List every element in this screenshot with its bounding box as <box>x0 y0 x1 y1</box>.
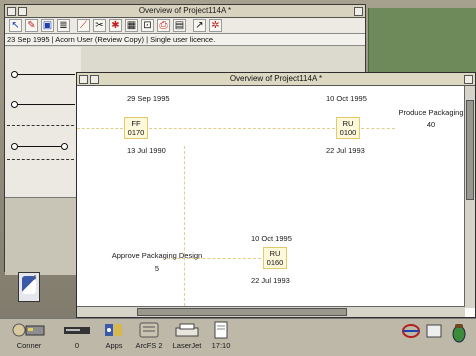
task-label-name: Approve Packaging Design <box>111 251 203 260</box>
pointer-icon[interactable]: ↖ <box>9 19 22 32</box>
back-window-canvas[interactable] <box>5 47 81 275</box>
back-window-titlebar[interactable]: Overview of Project114A * <box>5 5 365 18</box>
arcfs-icon <box>130 321 168 339</box>
front-window-titlebar[interactable]: Overview of Project114A * <box>77 73 475 86</box>
task-label[interactable]: Approve Packaging Design 5 <box>91 251 223 273</box>
task-start-date: 29 Sep 1995 <box>127 94 170 103</box>
grid-icon[interactable]: ▦ <box>125 19 138 32</box>
iconbar-label: 17:10 <box>211 341 231 350</box>
horizontal-scroll-thumb[interactable] <box>137 308 347 316</box>
task-node[interactable] <box>61 143 68 150</box>
iconbar-item-arcfs[interactable]: ArcFS 2 <box>130 321 168 350</box>
task-code: RU <box>342 119 354 128</box>
save-icon[interactable]: ▣ <box>41 19 54 32</box>
dependency-link <box>77 128 123 129</box>
zoom-icon[interactable]: ⊡ <box>141 19 154 32</box>
horizontal-scrollbar[interactable] <box>77 306 465 317</box>
desktop-background-panel <box>368 8 476 74</box>
task-end-date: 22 Jul 1993 <box>251 276 290 285</box>
link-line <box>17 104 75 105</box>
star-icon[interactable]: ✱ <box>109 19 122 32</box>
clock-icon <box>206 321 236 339</box>
link-line <box>17 74 75 75</box>
task-box[interactable]: RU 0160 <box>263 247 287 269</box>
iconbar-item-clock[interactable]: 17:10 <box>206 321 236 350</box>
vertical-scrollbar[interactable] <box>464 86 475 308</box>
dependency-link <box>149 128 335 129</box>
task-manager-icon[interactable] <box>400 321 422 343</box>
iconbar-item-conner[interactable]: Conner <box>6 321 52 350</box>
iconbar-label: Conner <box>16 341 42 350</box>
scissors-icon[interactable]: ✂ <box>93 19 106 32</box>
task-end-date: 13 Jul 1990 <box>127 146 166 155</box>
task-code: RU <box>269 249 281 258</box>
task-box[interactable]: FF 0170 <box>124 117 148 139</box>
divider-line <box>7 159 79 160</box>
iconbar-label: 0 <box>74 341 80 350</box>
divider-line <box>7 125 79 126</box>
iconbar-label: LaserJet <box>172 341 202 350</box>
front-window-title: Overview of Project114A * <box>229 74 323 83</box>
dependency-link <box>361 128 395 129</box>
acorn-icon[interactable] <box>448 321 470 345</box>
network-canvas[interactable]: 29 Sep 1995 FF 0170 13 Jul 1990 10 Oct 1… <box>77 86 465 308</box>
task-id: 0170 <box>127 128 145 137</box>
task-label-value: 40 <box>426 120 436 129</box>
back-window-scroll-area[interactable] <box>5 197 81 275</box>
info-bar: 23 Sep 1995 | Acorn User (Review Copy) |… <box>5 34 365 46</box>
toolbar: ↖ ✎ ▣ ≣ ⟋ ✂ ✱ ▦ ⊡ ⎙ ▤ ↗ ✲ <box>5 18 365 34</box>
back-window-title: Overview of Project114A * <box>138 6 232 15</box>
iconbar-item-laserjet[interactable]: LaserJet <box>168 321 206 350</box>
link-tool-icon[interactable]: ⟋ <box>77 19 90 32</box>
iconbar-label: Apps <box>105 341 123 350</box>
page-icon[interactable]: ▤ <box>173 19 186 32</box>
front-window[interactable]: Overview of Project114A * 29 Sep 1995 FF… <box>76 72 476 318</box>
task-start-date: 10 Oct 1995 <box>251 234 292 243</box>
printer-icon <box>168 321 206 339</box>
iconbar-label: ArcFS 2 <box>135 341 163 350</box>
task-label[interactable]: Produce Packaging 40 <box>397 108 465 129</box>
hard-disc-icon <box>6 321 52 339</box>
icon-bar: Conner 0 Apps ArcFS 2 LaserJet 17:10 <box>0 318 476 356</box>
vertical-scroll-thumb[interactable] <box>466 100 474 200</box>
link-line <box>17 146 61 147</box>
task-box[interactable]: RU 0100 <box>336 117 360 139</box>
floppy-icon <box>62 321 92 339</box>
display-icon[interactable] <box>424 321 444 343</box>
acorn-logo-icon[interactable]: § <box>18 272 40 302</box>
print-icon[interactable]: ⎙ <box>157 19 170 32</box>
task-id: 0100 <box>339 128 357 137</box>
note-icon[interactable]: ≣ <box>57 19 70 32</box>
logo-side-mark: § <box>32 275 38 281</box>
task-code: FF <box>131 119 141 128</box>
iconbar-item-apps[interactable]: Apps <box>100 321 128 350</box>
arrow-icon[interactable]: ↗ <box>193 19 206 32</box>
task-start-date: 10 Oct 1995 <box>326 94 367 103</box>
task-id: 0160 <box>266 258 284 267</box>
resource-icon[interactable]: ✲ <box>209 19 222 32</box>
toggle-size-icon[interactable] <box>464 75 473 84</box>
toggle-size-icon[interactable] <box>354 7 363 16</box>
pencil-icon[interactable]: ✎ <box>25 19 38 32</box>
task-label-name: Produce Packaging <box>398 108 464 117</box>
apps-icon <box>100 321 128 339</box>
iconbar-item-floppy[interactable]: 0 <box>62 321 92 350</box>
task-end-date: 22 Jul 1993 <box>326 146 365 155</box>
dependency-link <box>184 146 185 306</box>
task-label-value: 5 <box>154 264 160 273</box>
